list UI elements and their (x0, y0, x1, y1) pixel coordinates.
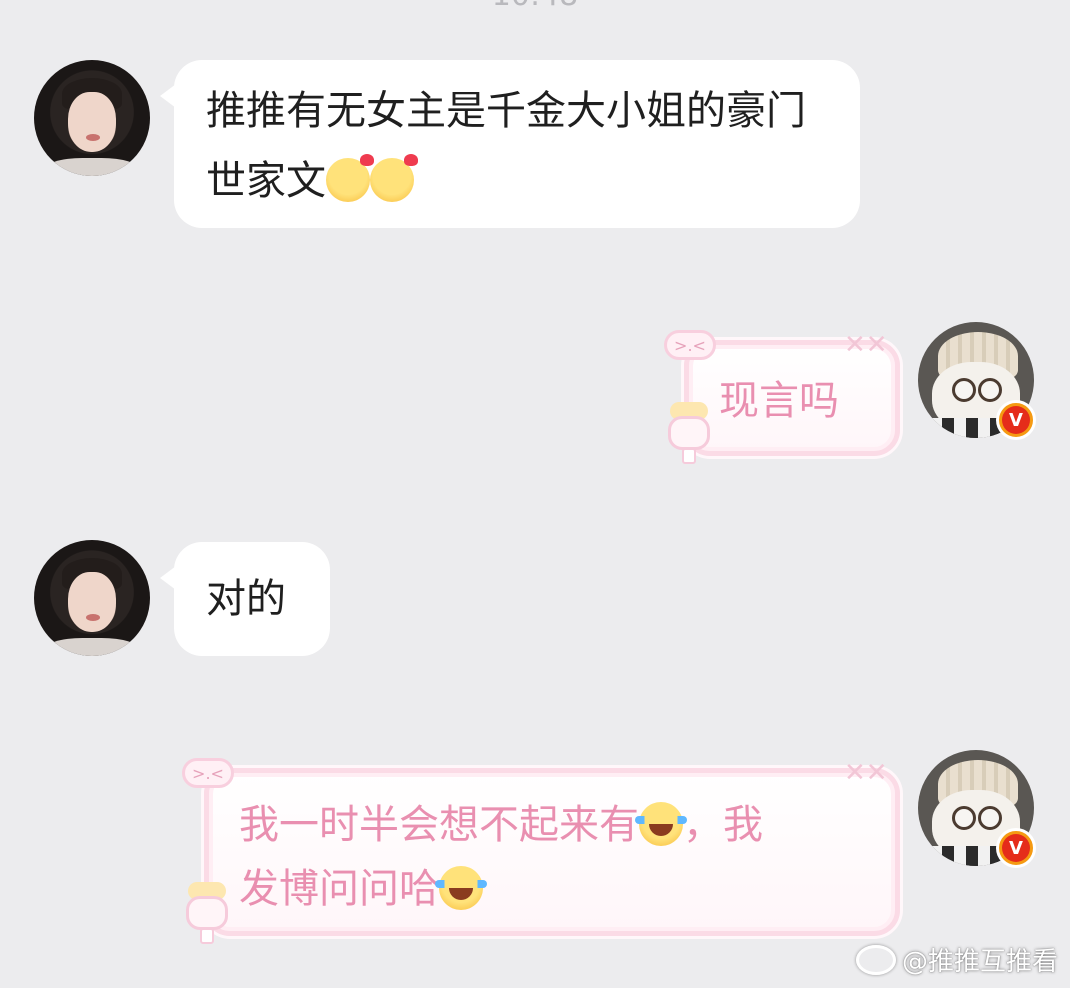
weibo-logo-icon (855, 944, 896, 975)
shy-face-emoji (326, 154, 374, 202)
incoming-message-bubble[interactable]: 推推有无女主是千金大小姐的豪门世家文 (160, 60, 860, 228)
time-stamp: 10:48 (0, 0, 1070, 13)
x-decoration: ✕✕ (844, 758, 888, 788)
message-text: 推推有无女主是千金大小姐的豪门世家文 (206, 88, 806, 204)
bunny-decoration (180, 882, 234, 944)
verified-badge: V (996, 400, 1036, 440)
bunny-decoration (662, 402, 716, 464)
outgoing-message-bubble[interactable]: 我一时半会想不起来有 ，我 发博问问哈 (204, 768, 900, 936)
message-text-line1-suffix: ，我 (683, 802, 763, 848)
message-text-line2: 发博问问哈 (239, 866, 439, 912)
laughing-tears-emoji (435, 866, 487, 910)
verified-badge: V (996, 828, 1036, 868)
incoming-message-bubble[interactable]: 对的 (160, 542, 330, 656)
x-decoration: ✕✕ (844, 330, 888, 360)
message-text-line1: 我一时半会想不起来有 (239, 802, 639, 848)
face-sticker-decoration: >.< (664, 330, 716, 360)
laughing-tears-emoji (635, 802, 687, 846)
shy-face-emoji (370, 154, 418, 202)
watermark: @推推互推看 (855, 941, 1058, 978)
message-text: 对的 (206, 576, 286, 622)
face-sticker-decoration: >.< (182, 758, 234, 788)
watermark-text: @推推互推看 (901, 947, 1058, 977)
contact-avatar[interactable] (34, 60, 150, 176)
contact-avatar[interactable] (34, 540, 150, 656)
message-text: 现言吗 (719, 378, 839, 424)
